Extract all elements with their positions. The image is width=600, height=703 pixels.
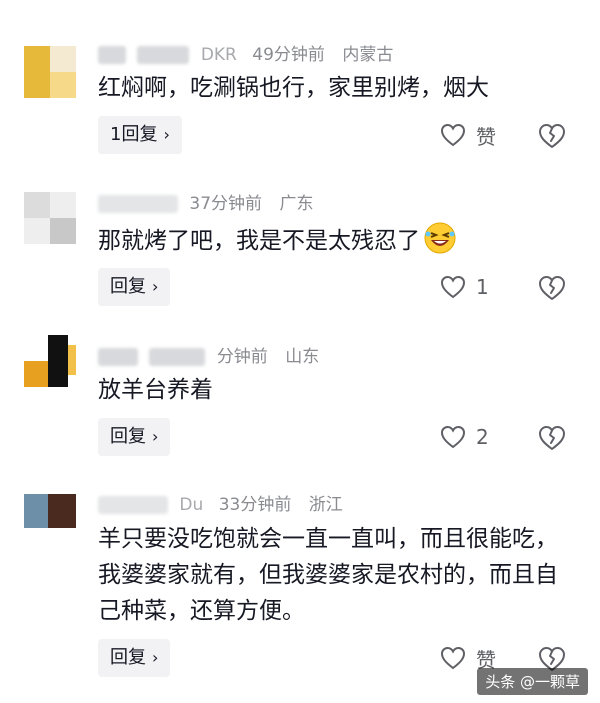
comment-text: 放羊台养着 bbox=[98, 377, 213, 403]
reply-button[interactable]: 回复 › bbox=[98, 418, 171, 456]
reply-label: 回复 bbox=[110, 647, 146, 668]
chevron-right-icon: › bbox=[163, 125, 170, 144]
like-count: 1 bbox=[476, 275, 489, 299]
comment-time: 49分钟前 bbox=[252, 45, 325, 65]
avatar-blur-block bbox=[24, 494, 48, 528]
like-label: 赞 bbox=[476, 124, 496, 149]
comment-text: 红焖啊，吃涮锅也行，家里别烤，烟大 bbox=[98, 75, 489, 101]
avatar[interactable] bbox=[24, 335, 76, 387]
reply-button[interactable]: 回复 › bbox=[98, 639, 171, 677]
chevron-right-icon: › bbox=[152, 648, 159, 667]
like-button[interactable]: 2 bbox=[440, 422, 489, 452]
comment-location: 浙江 bbox=[308, 495, 343, 515]
avatar[interactable] bbox=[24, 192, 76, 244]
comment-location: 山东 bbox=[285, 347, 320, 367]
avatar-blur-block bbox=[50, 72, 76, 98]
comment-text-body: 那就烤了吧，我是不是太残忍了 bbox=[98, 228, 420, 254]
comment-text: 羊只要没吃饱就会一直一直叫，而且很能吃，我婆婆家就有，但我婆婆家是农村的，而且自… bbox=[98, 526, 558, 624]
heart-outline-icon bbox=[440, 123, 466, 147]
like-button[interactable]: 1 bbox=[440, 272, 489, 302]
like-button[interactable]: 赞 bbox=[440, 120, 496, 150]
avatar-blur-block bbox=[24, 218, 50, 244]
avatar-blur-block bbox=[50, 192, 76, 218]
comment-location: 广东 bbox=[279, 194, 314, 214]
avatar-blur-block bbox=[48, 494, 76, 528]
comment-meta: Du 33分钟前 浙江 bbox=[98, 490, 343, 516]
username-blurred[interactable] bbox=[98, 348, 138, 366]
username-blurred[interactable] bbox=[149, 348, 206, 366]
comment-time: 37分钟前 bbox=[189, 194, 263, 214]
username-fragment[interactable]: Du bbox=[179, 495, 203, 515]
avatar[interactable] bbox=[24, 46, 76, 98]
avatar-blur-block bbox=[68, 345, 76, 375]
avatar-blur-block bbox=[24, 192, 50, 218]
avatar-blur-block bbox=[50, 218, 76, 244]
avatar-blur-block bbox=[24, 335, 48, 361]
comment-time: 33分钟前 bbox=[218, 495, 292, 515]
reply-button[interactable]: 回复 › bbox=[98, 268, 171, 306]
comment-meta: 37分钟前 广东 bbox=[98, 189, 313, 215]
heart-outline-icon bbox=[440, 425, 466, 449]
heart-outline-icon bbox=[440, 646, 466, 670]
username-blurred[interactable] bbox=[98, 496, 168, 514]
username-blurred[interactable] bbox=[98, 46, 126, 64]
avatar-blur-block bbox=[24, 361, 48, 387]
avatar-blur-block bbox=[48, 335, 68, 387]
heart-outline-icon bbox=[440, 275, 466, 299]
like-count: 2 bbox=[476, 425, 489, 449]
avatar-blur-block bbox=[24, 46, 50, 98]
laughing-face-emoji bbox=[424, 222, 456, 254]
chevron-right-icon: › bbox=[152, 427, 159, 446]
broken-heart-icon[interactable] bbox=[538, 274, 566, 302]
username-blurred[interactable] bbox=[98, 195, 178, 213]
broken-heart-icon[interactable] bbox=[538, 122, 566, 150]
reply-label: 回复 bbox=[110, 426, 146, 447]
reply-button[interactable]: 1回复 › bbox=[98, 116, 182, 154]
avatar[interactable] bbox=[24, 494, 76, 528]
comment-meta: DKR 49分钟前 内蒙古 bbox=[98, 40, 393, 66]
chevron-right-icon: › bbox=[152, 277, 159, 296]
username-fragment[interactable]: DKR bbox=[201, 45, 237, 65]
comment-meta: 分钟前 山东 bbox=[98, 342, 319, 368]
comment-time: 分钟前 bbox=[216, 347, 268, 367]
reply-label: 回复 bbox=[110, 276, 146, 297]
comment-text: 那就烤了吧，我是不是太残忍了 bbox=[98, 222, 568, 259]
username-blurred[interactable] bbox=[137, 46, 190, 64]
avatar-blur-block bbox=[50, 46, 76, 72]
reply-label: 1回复 bbox=[110, 124, 158, 145]
broken-heart-icon[interactable] bbox=[538, 424, 566, 452]
watermark: 头条 @一颗草 bbox=[477, 668, 588, 695]
comment-location: 内蒙古 bbox=[342, 45, 394, 65]
